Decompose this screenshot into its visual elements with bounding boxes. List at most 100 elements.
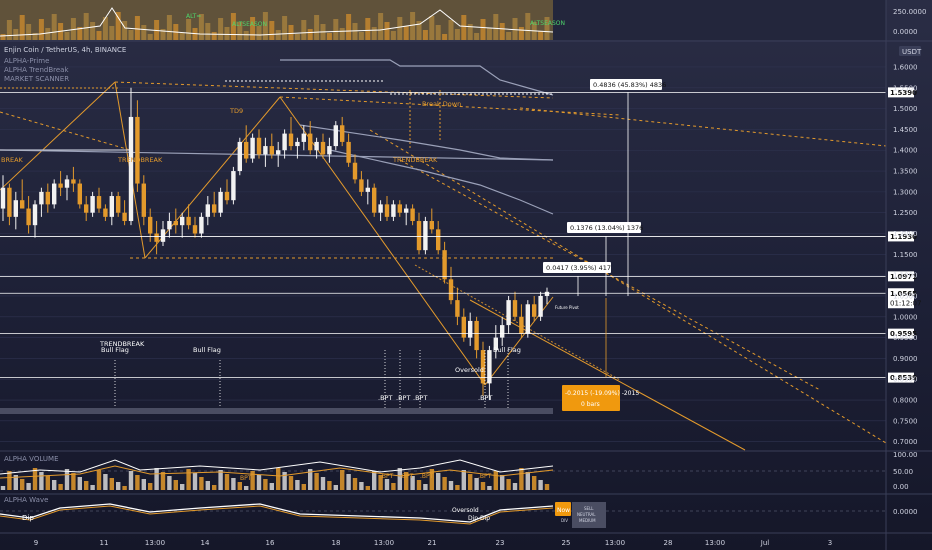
candles	[0, 87, 550, 401]
volume-bar	[346, 474, 351, 490]
candle-body	[442, 250, 447, 280]
y-tick-label: 1.1000	[893, 272, 918, 280]
candle-body	[333, 125, 338, 147]
volume-bar	[212, 485, 217, 490]
y-tick-label: 1.3500	[893, 168, 918, 176]
candle-body	[327, 146, 332, 155]
candle-body	[90, 196, 95, 213]
indicator-name: ALPHA TrendBreak	[4, 66, 69, 74]
candle-body	[416, 221, 422, 251]
top-panel-bar	[243, 31, 249, 40]
top-panel-bar	[256, 26, 262, 40]
x-tick-label: 13:00	[705, 539, 725, 547]
top-panel-bar	[480, 19, 486, 40]
y-tick-label: 0.8000	[893, 397, 918, 405]
y-tick-label: 1.3000	[893, 188, 918, 196]
wave-status-label: DIV	[561, 518, 568, 523]
volume-bar	[96, 470, 102, 490]
top-panel-bar	[371, 27, 377, 40]
volume-bar	[327, 481, 332, 490]
top-panel-bar	[346, 14, 352, 40]
top-panel-bar	[51, 14, 57, 40]
price-chart[interactable]: ALT=ALTSEASON ALTSEASON250.00000.0000 1.5…	[0, 0, 932, 550]
currency-label: USDT	[902, 48, 922, 56]
volume-bar	[244, 486, 249, 490]
top-panel-bar	[141, 25, 147, 40]
volume-bar	[77, 477, 82, 490]
volume-axis-label: 0.00	[893, 483, 909, 491]
volume-bar	[480, 482, 486, 490]
candle-body	[487, 350, 492, 384]
top-panel-bar	[435, 25, 441, 40]
candle-body	[448, 279, 454, 301]
top-panel-bar	[83, 13, 89, 40]
volume-bar	[352, 478, 358, 490]
top-panel-bar	[282, 16, 288, 40]
x-tick-label: Jul	[760, 539, 770, 547]
volume-bar	[487, 486, 492, 490]
volume-bar	[32, 468, 38, 490]
volume-bar	[525, 472, 530, 490]
top-panel-bar	[352, 23, 358, 40]
volume-bar	[384, 479, 390, 490]
volume-bar	[58, 484, 63, 490]
volume-bar	[391, 483, 396, 490]
top-panel-bar	[288, 25, 294, 40]
candle-body	[512, 300, 518, 317]
candle-body	[116, 196, 121, 213]
volume-bar	[506, 479, 511, 490]
top-panel-bar	[218, 18, 224, 40]
trend-line	[114, 81, 554, 99]
measure-label: -0.2015 (-19.09%) -2015	[565, 390, 639, 397]
candle-body	[7, 187, 12, 217]
volume-bar	[512, 483, 518, 490]
x-tick-label: 9	[34, 539, 38, 547]
top-panel-bar	[493, 14, 499, 40]
candle-body	[372, 187, 377, 213]
volume-bar	[224, 474, 230, 490]
y-tick-label: 1.2000	[893, 230, 918, 238]
indicator-name: ALPHA-Prime	[4, 57, 49, 65]
annotation-label: TRENDBREAK	[117, 156, 163, 164]
y-tick-label: 0.7500	[893, 417, 918, 425]
signal-label: ALT=	[186, 13, 201, 20]
candle-body	[167, 221, 172, 230]
volume-bar	[128, 471, 134, 490]
x-tick-label: 28	[664, 539, 673, 547]
volume-bar	[186, 469, 191, 490]
volume-signal-label: .BPT	[400, 473, 414, 480]
top-panel-bar	[96, 31, 102, 40]
candle-body	[128, 116, 134, 222]
candle-body	[263, 146, 268, 155]
top-panel-bar	[339, 28, 345, 40]
top-panel-bar	[410, 12, 416, 40]
top-panel-bar	[211, 32, 217, 40]
volume-bar	[84, 481, 89, 490]
volume-bar	[320, 477, 326, 490]
top-panel-bar	[422, 30, 428, 40]
candle-body	[314, 141, 319, 151]
annotation-label: .BPT	[396, 394, 410, 402]
top-axis-label: 0.0000	[893, 28, 918, 36]
top-panel-bar	[403, 26, 409, 40]
top-panel-bar	[486, 28, 492, 40]
candle-body	[359, 179, 364, 192]
candle-body	[436, 229, 441, 251]
candle-body	[429, 221, 434, 230]
volume-bar	[26, 483, 31, 490]
candle-body	[532, 304, 537, 317]
volume-bar	[192, 473, 198, 490]
panel-title: ALPHA Wave	[4, 496, 48, 504]
candle-body	[288, 133, 294, 147]
candle-body	[199, 216, 204, 234]
volume-bar	[20, 479, 25, 490]
wave-signal-label: Now	[557, 507, 570, 514]
volume-bar	[333, 485, 338, 490]
wave-signal-label: Oversold	[452, 507, 479, 514]
trend-line	[0, 81, 116, 191]
candle-body	[186, 216, 191, 226]
trend-line	[519, 107, 887, 147]
volume-bar	[173, 480, 178, 490]
volume-bar	[116, 482, 121, 490]
candle-body	[340, 125, 345, 142]
